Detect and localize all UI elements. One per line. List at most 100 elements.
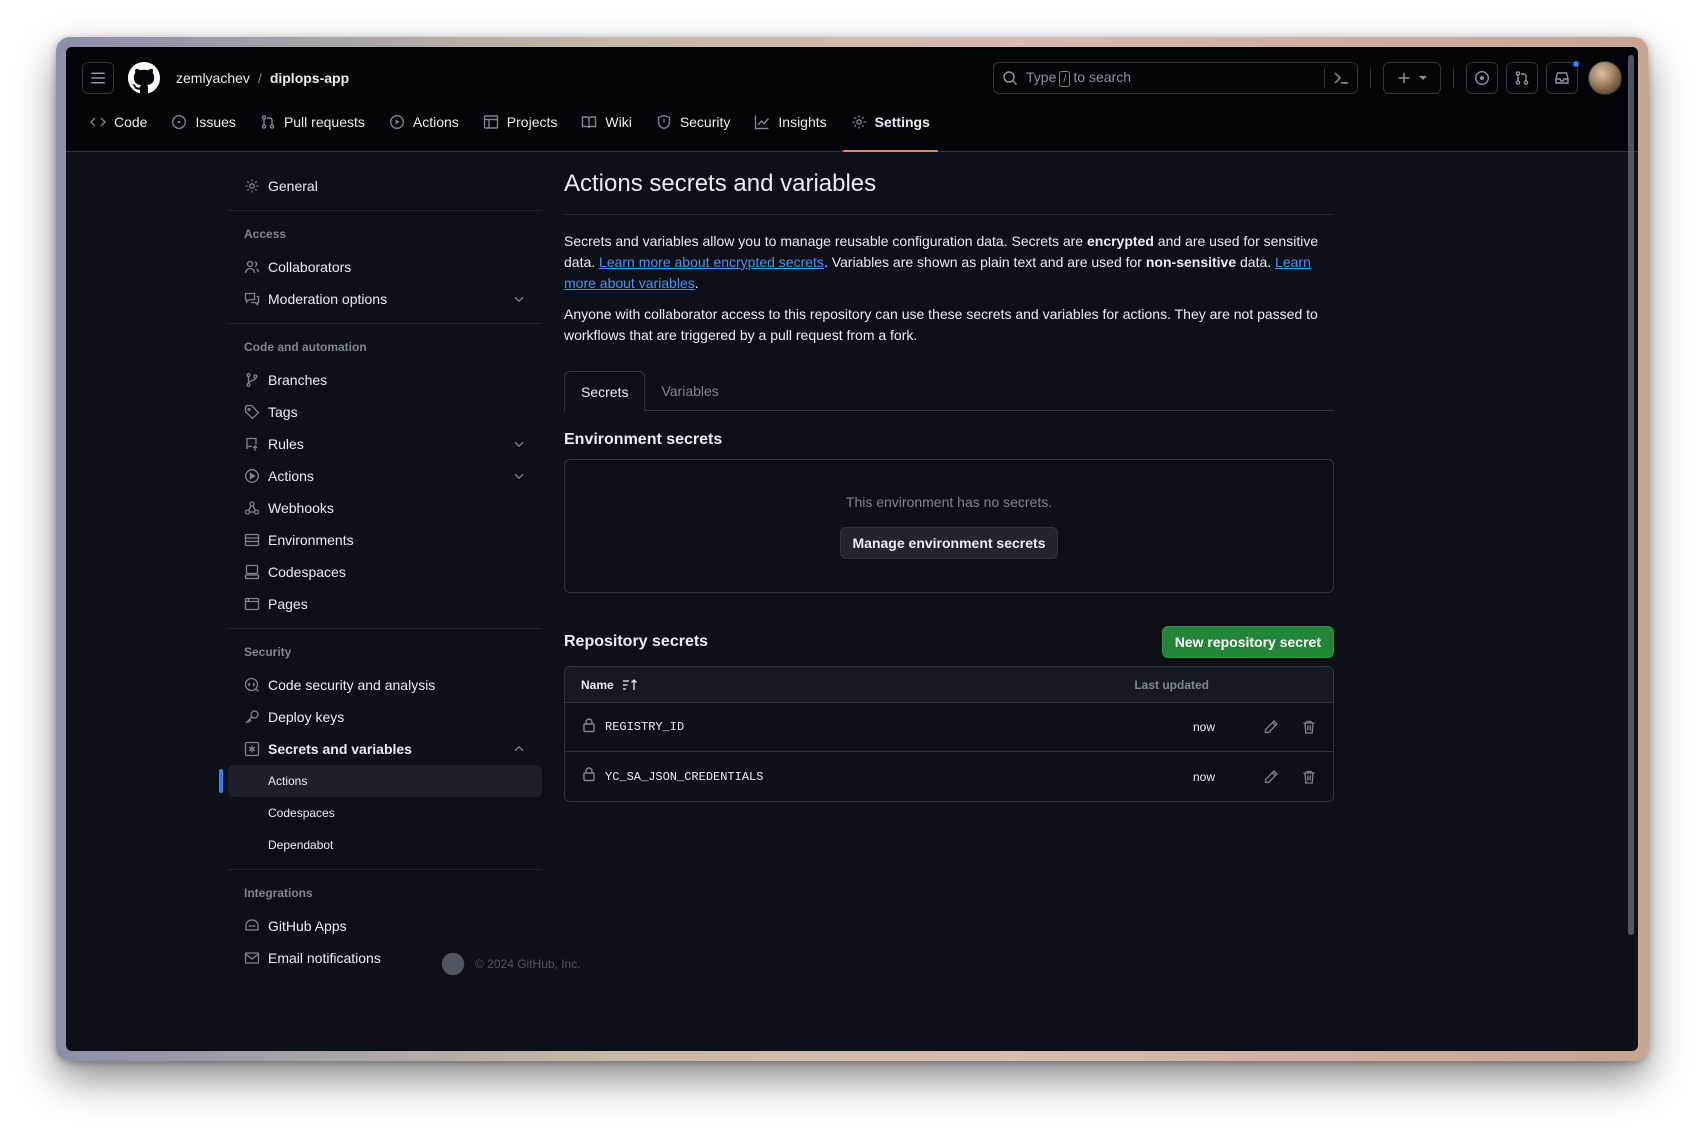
tab-actions[interactable]: Actions bbox=[381, 105, 467, 138]
delete-secret-button[interactable] bbox=[1301, 769, 1317, 785]
pull-requests-button[interactable] bbox=[1506, 62, 1538, 94]
table-row: REGISTRY_ID now bbox=[565, 703, 1333, 752]
sidebar-item-label: General bbox=[268, 178, 318, 194]
footer-copyright: © 2024 GitHub, Inc. bbox=[475, 957, 581, 971]
edit-secret-button[interactable] bbox=[1263, 769, 1279, 785]
pencil-icon bbox=[1264, 769, 1278, 783]
sidebar-item-secrets-and-variables[interactable]: Secrets and variables bbox=[228, 733, 542, 765]
breadcrumb-separator: / bbox=[257, 70, 262, 86]
delete-secret-button[interactable] bbox=[1301, 719, 1317, 735]
owner-link[interactable]: zemlyachev bbox=[176, 70, 250, 86]
sidebar-item-codespaces[interactable]: Codespaces bbox=[228, 556, 542, 588]
edit-secret-button[interactable] bbox=[1263, 719, 1279, 735]
sidebar-item-rules[interactable]: Rules bbox=[228, 428, 542, 460]
table-icon bbox=[483, 114, 498, 129]
tab-insights[interactable]: Insights bbox=[746, 105, 834, 138]
sidebar-item-label: Actions bbox=[268, 468, 314, 484]
people-icon bbox=[244, 260, 260, 274]
key-icon bbox=[245, 710, 259, 724]
sidebar-item-label: Environments bbox=[268, 532, 354, 548]
header-divider bbox=[1370, 68, 1371, 88]
tab-security[interactable]: Security bbox=[648, 105, 739, 138]
sidebar-item-branches[interactable]: Branches bbox=[228, 364, 542, 396]
new-repository-secret-button[interactable]: New repository secret bbox=[1161, 626, 1334, 658]
sidebar-item-general[interactable]: General bbox=[228, 170, 542, 202]
page-title: Actions secrets and variables bbox=[564, 170, 1334, 215]
tab-label: Insights bbox=[778, 113, 827, 130]
last-updated-column-header: Last updated bbox=[1134, 677, 1209, 692]
search-shortcut-key: / bbox=[1059, 71, 1071, 87]
secrets-variables-tabs: Secrets Variables bbox=[564, 371, 1334, 412]
issue-icon bbox=[172, 114, 187, 129]
manage-environment-secrets-button[interactable]: Manage environment secrets bbox=[839, 526, 1059, 559]
column-label: Name bbox=[581, 677, 614, 692]
tab-settings[interactable]: Settings bbox=[842, 105, 939, 152]
secret-name: REGISTRY_ID bbox=[605, 720, 685, 734]
inbox-button[interactable] bbox=[1546, 60, 1580, 94]
search-input[interactable]: Type / to search bbox=[993, 62, 1358, 94]
repository-secrets-heading: Repository secrets bbox=[564, 633, 709, 650]
tab-code[interactable]: Code bbox=[82, 105, 155, 138]
book-icon bbox=[582, 115, 597, 128]
sidebar-subitem-label: Codespaces bbox=[268, 806, 335, 820]
menu-button[interactable] bbox=[82, 62, 114, 94]
hamburger-icon bbox=[91, 72, 105, 84]
inbox-icon bbox=[1555, 72, 1569, 84]
desc-text: Secrets and variables allow you to manag… bbox=[564, 233, 1087, 249]
scrollbar[interactable] bbox=[1628, 55, 1634, 935]
learn-encrypted-secrets-link[interactable]: Learn more about encrypted secrets bbox=[599, 254, 824, 270]
sidebar-item-github-apps[interactable]: GitHub Apps bbox=[228, 910, 542, 942]
sidebar-item-tags[interactable]: Tags bbox=[228, 396, 542, 428]
sidebar-item-deploy-keys[interactable]: Deploy keys bbox=[228, 701, 542, 733]
command-palette-button[interactable] bbox=[1324, 68, 1349, 88]
sidebar-item-moderation[interactable]: Moderation options bbox=[228, 283, 542, 315]
name-column-header[interactable]: Name bbox=[581, 678, 638, 692]
sidebar-subitem-label: Actions bbox=[268, 774, 308, 788]
issues-button[interactable] bbox=[1466, 62, 1498, 94]
issue-opened-icon bbox=[1474, 70, 1490, 86]
gear-icon bbox=[852, 115, 866, 128]
tab-variables[interactable]: Variables bbox=[645, 371, 734, 411]
sidebar-item-environments[interactable]: Environments bbox=[228, 524, 542, 556]
github-logo-icon[interactable] bbox=[128, 61, 162, 95]
codespaces-icon bbox=[244, 564, 260, 580]
github-mark-icon bbox=[441, 952, 465, 976]
tab-projects[interactable]: Projects bbox=[475, 105, 566, 138]
sidebar-item-label: GitHub Apps bbox=[268, 918, 347, 934]
sort-asc-icon bbox=[622, 678, 637, 690]
sidebar-item-collaborators[interactable]: Collaborators bbox=[228, 251, 542, 283]
browser-window: zemlyachev / diplops-app Type / to search bbox=[66, 47, 1638, 1051]
tab-secrets[interactable]: Secrets bbox=[564, 371, 646, 412]
sidebar-item-label: Branches bbox=[268, 372, 328, 388]
user-avatar[interactable] bbox=[1588, 61, 1622, 95]
sidebar-subitem-actions[interactable]: Actions bbox=[219, 765, 542, 797]
sidebar-item-label: Codespaces bbox=[268, 564, 346, 580]
mail-icon bbox=[244, 952, 260, 964]
asterisk-icon bbox=[244, 741, 260, 757]
sidebar-item-code-security[interactable]: Code security and analysis bbox=[228, 669, 542, 701]
lock-icon bbox=[581, 766, 597, 787]
sidebar-subitem-dependabot[interactable]: Dependabot bbox=[228, 829, 542, 861]
sidebar-item-label: Moderation options bbox=[268, 291, 388, 307]
sidebar-subitem-codespaces[interactable]: Codespaces bbox=[228, 797, 542, 829]
window-frame: zemlyachev / diplops-app Type / to search bbox=[56, 37, 1648, 1061]
tab-label: Projects bbox=[506, 113, 558, 130]
sidebar-item-webhooks[interactable]: Webhooks bbox=[228, 492, 542, 524]
sidebar-heading-security: Security bbox=[244, 645, 292, 659]
desc-text: data. bbox=[1236, 254, 1276, 270]
sidebar-item-label: Rules bbox=[268, 436, 304, 452]
sidebar-item-label: Webhooks bbox=[268, 500, 334, 516]
tab-label: Wiki bbox=[605, 113, 632, 130]
codescan-icon bbox=[244, 677, 259, 692]
git-branch-icon bbox=[246, 372, 258, 388]
plus-icon bbox=[1398, 72, 1410, 84]
tab-issues[interactable]: Issues bbox=[163, 105, 243, 138]
tab-wiki[interactable]: Wiki bbox=[573, 105, 639, 138]
tab-pull-requests[interactable]: Pull requests bbox=[252, 105, 373, 138]
sidebar-item-actions[interactable]: Actions bbox=[228, 460, 542, 492]
repo-link[interactable]: diplops-app bbox=[270, 70, 349, 86]
create-new-button[interactable] bbox=[1383, 62, 1441, 94]
repo-push-icon bbox=[246, 437, 258, 451]
sidebar-item-pages[interactable]: Pages bbox=[228, 588, 542, 620]
sidebar-heading-code: Code and automation bbox=[244, 340, 367, 354]
